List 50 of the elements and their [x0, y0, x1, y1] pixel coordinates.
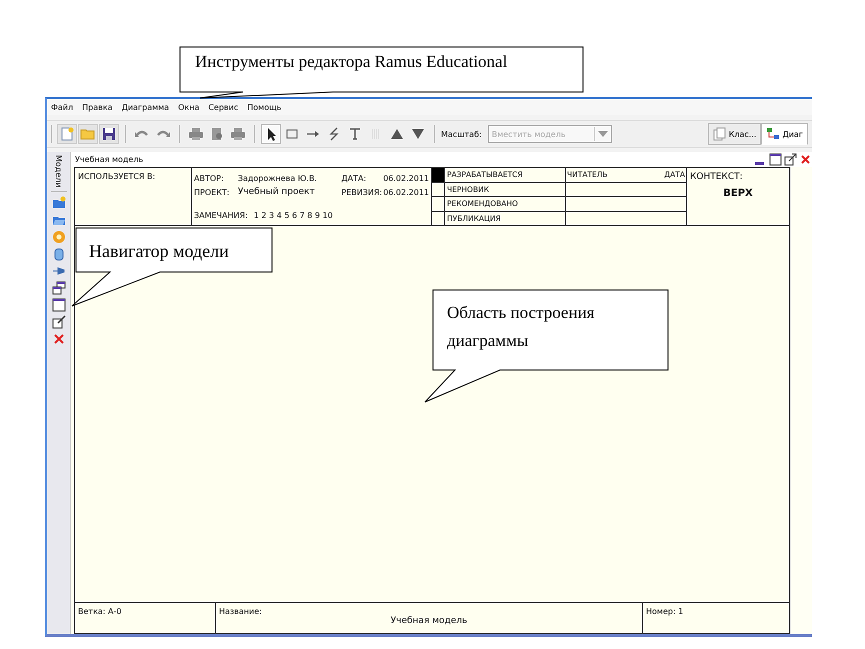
windows-icon[interactable]: [50, 280, 66, 296]
revision-value: 06.02.2011: [383, 188, 430, 196]
diagram-title: Учебная модель: [390, 616, 468, 626]
date-label: ДАТА:: [341, 174, 368, 182]
close-icon[interactable]: [799, 153, 812, 166]
text-tool-icon: [347, 126, 363, 142]
author-value: Задорожнева Ю.В.: [238, 174, 318, 182]
context-label: КОНТЕКСТ:: [690, 172, 744, 182]
save-tool-button[interactable]: [99, 124, 119, 144]
pointer-tool-button[interactable]: [261, 124, 281, 144]
menu-item[interactable]: Сервис: [208, 102, 238, 112]
dropdown-arrow-icon: [598, 131, 608, 137]
new-folder-icon[interactable]: [50, 196, 66, 211]
author-label: АВТОР:: [194, 174, 225, 182]
callout-text: Область построения диаграммы: [447, 302, 596, 352]
node-label: Ветка: А-0: [78, 607, 122, 616]
notes-value: 1 2 3 4 5 6 7 8 9 10: [254, 210, 333, 220]
title-label: Название:: [219, 607, 263, 616]
menu-item[interactable]: Помощь: [247, 102, 282, 112]
project-label: ПРОЕКТ:: [194, 188, 230, 196]
maximize-icon[interactable]: [769, 153, 782, 166]
restore-icon[interactable]: [784, 153, 797, 166]
menu-item[interactable]: Диаграмма: [122, 102, 170, 112]
printer-icon: [230, 126, 246, 142]
context-value: ВЕРХ: [723, 188, 753, 199]
zoom-label: Масштаб:: [441, 130, 482, 138]
page-preview-icon: [209, 126, 225, 142]
navigator-tab[interactable]: Модели: [50, 152, 66, 192]
window-icon[interactable]: [50, 298, 66, 313]
project-value: Учебный проект: [238, 187, 316, 197]
view-tab[interactable]: Клас...: [708, 123, 762, 145]
menu-item[interactable]: Правка: [82, 102, 113, 112]
pages-icon: [712, 127, 727, 141]
used-in-label: ИСПОЛЬЗУЕТСЯ В:: [78, 172, 156, 181]
callout-text: Инструменты редактора Ramus Educational: [195, 52, 508, 72]
notes-label: ЗАМЕЧАНИЯ:: [194, 210, 248, 220]
callout-text: Навигатор модели: [89, 241, 229, 262]
view-tab[interactable]: Диаг: [761, 123, 808, 145]
menu-item[interactable]: Файл: [51, 102, 74, 112]
new-tool-button[interactable]: [57, 124, 77, 144]
diagram-icon: [766, 127, 780, 141]
printer-icon: [188, 126, 204, 142]
document-title: Учебная модель: [75, 155, 144, 164]
date-value: 06.02.2011: [383, 174, 430, 182]
menu-item[interactable]: Окна: [178, 102, 200, 112]
revision-label: РЕВИЗИЯ:: [341, 188, 384, 196]
save-icon: [101, 126, 117, 142]
new-file-icon: [59, 126, 75, 142]
number-label: Номер: 1: [646, 607, 684, 616]
edit-icon[interactable]: [50, 314, 66, 330]
